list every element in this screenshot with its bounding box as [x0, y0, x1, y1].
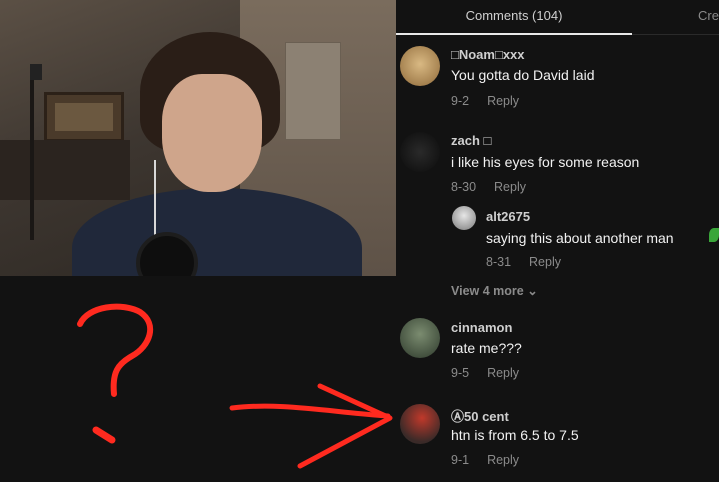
- reply-button[interactable]: Reply: [487, 94, 519, 108]
- reply-button[interactable]: Reply: [487, 366, 519, 380]
- tab-creator[interactable]: Cre: [698, 0, 719, 33]
- avatar[interactable]: [400, 46, 440, 86]
- comment-date: 9-1: [451, 453, 470, 467]
- active-tab-indicator: [396, 33, 632, 35]
- comment-text: rate me???: [451, 340, 522, 356]
- person-face: [162, 74, 262, 192]
- comment-meta: 9-1 Reply: [451, 453, 519, 467]
- avatar[interactable]: [400, 132, 440, 172]
- light-stand: [30, 70, 34, 240]
- arrow-head-icon: [297, 383, 393, 469]
- comment-meta: 8-30 Reply: [451, 180, 526, 194]
- picture-frame: [44, 92, 124, 142]
- wall-poster: [285, 42, 341, 140]
- reply-button[interactable]: Reply: [529, 255, 561, 269]
- video-feed: [0, 0, 396, 276]
- comment-meta: 9-5 Reply: [451, 366, 519, 380]
- shelf: [0, 140, 130, 200]
- comment-username[interactable]: zach □: [451, 133, 491, 148]
- comment-date: 8-30: [451, 180, 477, 194]
- comment-username[interactable]: alt2675: [486, 209, 530, 224]
- reply-button[interactable]: Reply: [494, 180, 526, 194]
- question-mark-icon: [77, 303, 153, 397]
- red-drawing: [77, 303, 393, 469]
- reply-button[interactable]: Reply: [487, 453, 519, 467]
- view-more-replies-button[interactable]: View 4 more ⌄: [451, 283, 538, 298]
- tab-bar: Comments (104) Cre: [396, 0, 719, 35]
- comment-text: htn is from 6.5 to 7.5: [451, 427, 579, 443]
- comment-meta: 9-2 Reply: [451, 94, 519, 108]
- comments-panel: Comments (104) Cre □Noam□xxx You gotta d…: [396, 0, 719, 477]
- earphone-cable: [154, 160, 156, 240]
- comment-text: i like his eyes for some reason: [451, 154, 640, 170]
- avatar[interactable]: [400, 404, 440, 444]
- question-mark-dot: [92, 426, 116, 444]
- comment-username[interactable]: cinnamon: [451, 320, 512, 335]
- comment-text: saying this about another man: [486, 230, 674, 246]
- comment-date: 9-5: [451, 366, 470, 380]
- comment-username[interactable]: Ⓐ50 cent: [451, 406, 509, 425]
- annotation-area: [0, 276, 396, 477]
- avatar[interactable]: [400, 318, 440, 358]
- comment-username[interactable]: □Noam□xxx: [451, 47, 525, 62]
- comment-date: 8-31: [486, 255, 512, 269]
- tab-comments[interactable]: Comments (104): [396, 0, 632, 33]
- avatar[interactable]: [452, 206, 476, 230]
- comment-text: You gotta do David laid: [451, 67, 595, 83]
- leaf-emoji-icon: [709, 228, 719, 242]
- lamp: [30, 64, 42, 80]
- comment-meta: 8-31 Reply: [486, 255, 561, 269]
- comment-date: 9-2: [451, 94, 470, 108]
